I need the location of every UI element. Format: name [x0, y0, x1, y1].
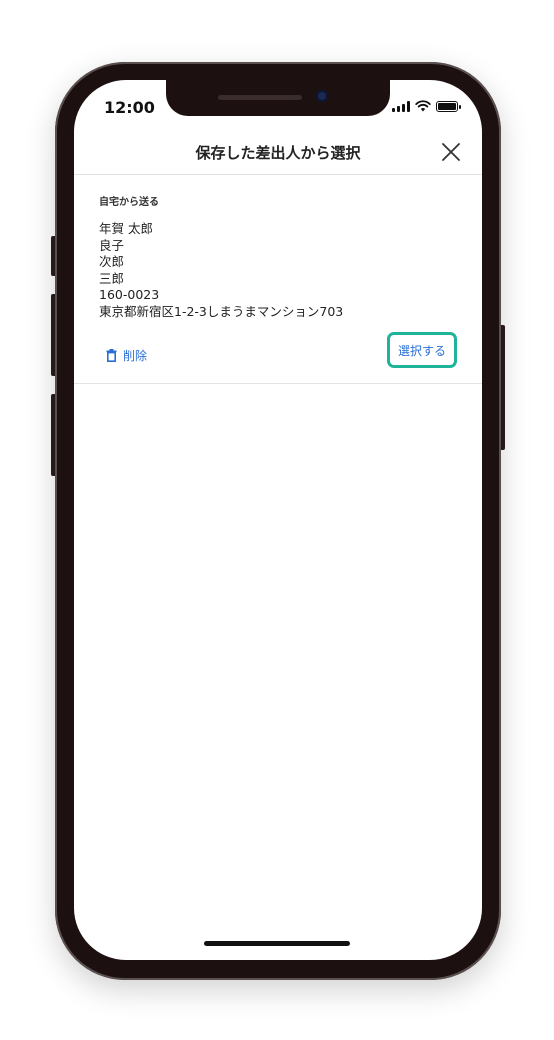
battery-icon — [436, 100, 461, 112]
phone-screen: 12:00 保存した差出人から選択 自宅から送る 年賀 太郎 良子 次郎 三郎 … — [74, 80, 482, 960]
address-line: 良子 — [99, 237, 125, 253]
address-line: 次郎 — [99, 254, 125, 269]
delete-label: 削除 — [123, 349, 148, 363]
page-title: 保存した差出人から選択 — [195, 144, 361, 162]
delete-button[interactable]: 削除 — [106, 347, 147, 364]
address-line: 三郎 — [99, 270, 125, 286]
select-label: 選択する — [397, 343, 446, 358]
sender-card-label: 自宅から送る — [99, 197, 159, 208]
modal-header: 保存した差出人から選択 — [74, 128, 482, 175]
select-button[interactable]: 選択する — [387, 332, 457, 368]
notch — [166, 80, 390, 116]
status-time: 12:00 — [104, 98, 155, 117]
sender-address: 年賀 太郎 良子 次郎 三郎 160-0023 東京都新宿区1-2-3しまうまマ… — [99, 221, 343, 320]
close-icon[interactable] — [440, 141, 462, 163]
address-line: 東京都新宿区1-2-3しまうまマンション703 — [99, 303, 344, 319]
status-icons — [392, 100, 461, 112]
address-line: 年賀 太郎 — [99, 221, 153, 236]
address-line: 160-0023 — [99, 287, 160, 302]
front-camera — [316, 90, 328, 102]
wifi-icon — [415, 100, 431, 112]
signal-icon — [392, 100, 410, 112]
sender-card: 自宅から送る 年賀 太郎 良子 次郎 三郎 160-0023 東京都新宿区1-2… — [74, 175, 482, 384]
home-indicator[interactable] — [204, 941, 350, 946]
speaker-grille — [218, 95, 302, 100]
trash-icon — [106, 349, 117, 362]
